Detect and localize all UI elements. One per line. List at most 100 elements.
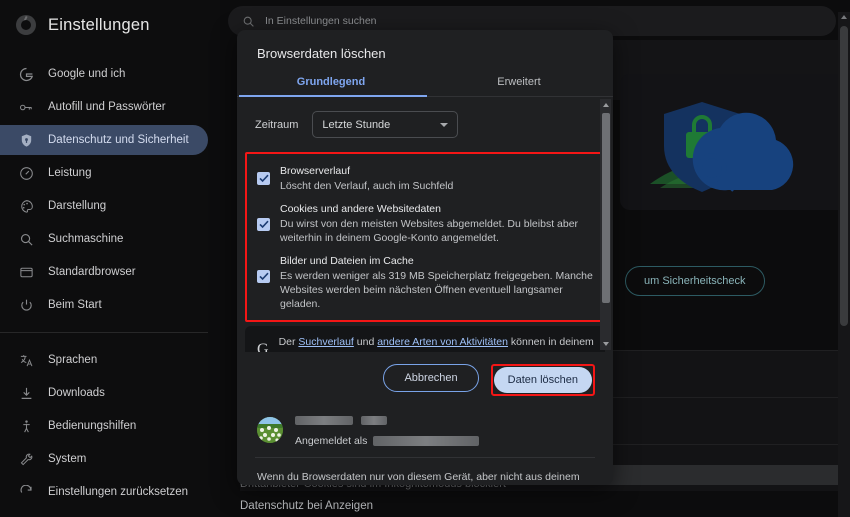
window-icon bbox=[18, 264, 34, 280]
delete-button-highlight: Daten löschen bbox=[490, 364, 595, 396]
dialog-scroll-body: Zeitraum Letzte Stunde Browserverlauf Lö… bbox=[237, 97, 613, 352]
sidebar-item-label: Autofill und Passwörter bbox=[48, 101, 166, 113]
cancel-button[interactable]: Abbrechen bbox=[383, 364, 479, 392]
scroll-down-arrow-icon[interactable] bbox=[602, 342, 609, 346]
tab-grundlegend[interactable]: Grundlegend bbox=[237, 71, 425, 96]
sidebar-item-bedienungshilfen[interactable]: Bedienungshilfen bbox=[0, 411, 208, 441]
sidebar-item-sprachen[interactable]: Sprachen bbox=[0, 345, 208, 375]
sidebar-item-downloads[interactable]: Downloads bbox=[0, 378, 208, 408]
page-scrollbar[interactable] bbox=[838, 12, 850, 517]
account-info: Angemeldet als bbox=[295, 412, 480, 447]
sidebar-item-label: Bedienungshilfen bbox=[48, 420, 137, 432]
sidebar-item-google-und-ich[interactable]: Google und ich bbox=[0, 59, 208, 89]
sidebar-item-label: Sprachen bbox=[48, 354, 98, 366]
sidebar-item-label: Standardbrowser bbox=[48, 266, 136, 278]
wrench-icon bbox=[18, 451, 34, 467]
option-description: Es werden weniger als 319 MB Speicherpla… bbox=[280, 270, 593, 310]
sidebar: Einstellungen Google und ich Autofill un… bbox=[0, 0, 220, 517]
suchverlauf-link[interactable]: Suchverlauf bbox=[298, 336, 353, 348]
sidebar-item-suchmaschine[interactable]: Suchmaschine bbox=[0, 224, 208, 254]
notice-text-2: und bbox=[353, 336, 378, 348]
aktivitaeten-link[interactable]: andere Arten von Aktivitäten bbox=[377, 336, 508, 348]
scroll-up-arrow-icon[interactable] bbox=[841, 15, 847, 19]
page-title: Einstellungen bbox=[48, 15, 150, 34]
option-title: Browserverlauf bbox=[280, 165, 351, 177]
option-description: Du wirst von den meisten Websites abgeme… bbox=[280, 218, 579, 244]
check-icon bbox=[258, 272, 269, 281]
clear-browsing-data-dialog: Browserdaten löschen Grundlegend Erweite… bbox=[237, 30, 613, 485]
scrollbar-thumb[interactable] bbox=[840, 26, 848, 326]
scrollbar-thumb[interactable] bbox=[602, 113, 610, 303]
sidebar-item-autofill[interactable]: Autofill und Passwörter bbox=[0, 92, 208, 122]
timerange-label: Zeitraum bbox=[255, 118, 299, 131]
avatar[interactable] bbox=[257, 416, 283, 443]
sidebar-item-label: Beim Start bbox=[48, 299, 102, 311]
redaction-block bbox=[361, 416, 388, 426]
key-icon bbox=[18, 99, 34, 115]
sidebar-item-label: Leistung bbox=[48, 167, 92, 179]
scroll-up-arrow-icon[interactable] bbox=[602, 103, 609, 107]
check-icon bbox=[258, 174, 269, 183]
sidebar-group-2: Sprachen Downloads Bedienungshilfen Syst… bbox=[0, 340, 220, 512]
timerange-select[interactable]: Letzte Stunde bbox=[312, 111, 459, 138]
footer-text-1: Wenn du Browserdaten nur von diesem Gerä… bbox=[257, 471, 580, 483]
dialog-footer: Wenn du Browserdaten nur von diesem Gerä… bbox=[237, 458, 613, 485]
translate-icon bbox=[18, 352, 34, 368]
settings-window: Einstellungen Google und ich Autofill un… bbox=[0, 0, 850, 517]
chevron-down-icon bbox=[440, 122, 449, 127]
dialog-scrollbar[interactable] bbox=[600, 99, 611, 350]
sidebar-divider-1 bbox=[0, 332, 208, 333]
search-icon bbox=[18, 231, 34, 247]
speedometer-icon bbox=[18, 165, 34, 181]
sidebar-item-label: Datenschutz und Sicherheit bbox=[48, 134, 189, 146]
sidebar-group-1: Google und ich Autofill und Passwörter D… bbox=[0, 54, 220, 325]
chrome-logo-icon bbox=[16, 15, 36, 35]
delete-data-button[interactable]: Daten löschen bbox=[493, 367, 592, 393]
brand-header: Einstellungen bbox=[0, 0, 220, 50]
dialog-tabs: Grundlegend Erweitert bbox=[237, 71, 613, 97]
search-placeholder: In Einstellungen suchen bbox=[265, 15, 377, 27]
option-description: Löscht den Verlauf, auch im Suchfeld bbox=[280, 180, 454, 192]
accessibility-icon bbox=[18, 418, 34, 434]
power-icon bbox=[18, 297, 34, 313]
timerange-selected-value: Letzte Stunde bbox=[322, 118, 391, 131]
sidebar-item-system[interactable]: System bbox=[0, 444, 208, 474]
check-icon bbox=[258, 220, 269, 229]
reset-icon bbox=[18, 484, 34, 500]
checkbox-cookies[interactable] bbox=[257, 218, 270, 231]
avatar-image bbox=[257, 416, 283, 443]
download-icon bbox=[18, 385, 34, 401]
redaction-block bbox=[373, 436, 480, 446]
palette-icon bbox=[18, 198, 34, 214]
option-title: Cookies und andere Websitedaten bbox=[280, 203, 441, 215]
google-g-icon bbox=[18, 66, 34, 82]
account-name-redacted bbox=[295, 412, 479, 430]
timerange-row: Zeitraum Letzte Stunde bbox=[237, 97, 613, 148]
search-icon bbox=[242, 15, 255, 28]
checkbox-cache[interactable] bbox=[257, 270, 270, 283]
google-activity-notice: G Der Suchverlauf und andere Arten von A… bbox=[245, 326, 605, 352]
option-cookies[interactable]: Cookies und andere Websitedaten Du wirst… bbox=[253, 200, 597, 252]
safety-check-button[interactable]: um Sicherheitscheck bbox=[625, 266, 765, 296]
dialog-title: Browserdaten löschen bbox=[257, 46, 386, 61]
tab-erweitert[interactable]: Erweitert bbox=[425, 71, 613, 96]
option-cache[interactable]: Bilder und Dateien im Cache Es werden we… bbox=[253, 252, 597, 311]
security-cloud-shield-illustration bbox=[650, 102, 794, 192]
sidebar-item-einstellungen-zuruecksetzen[interactable]: Einstellungen zurücksetzen bbox=[0, 477, 208, 507]
signed-in-label: Angemeldet als bbox=[295, 435, 368, 447]
sidebar-item-label: Downloads bbox=[48, 387, 105, 399]
sidebar-item-datenschutz-und-sicherheit[interactable]: Datenschutz und Sicherheit bbox=[0, 125, 208, 155]
option-title: Bilder und Dateien im Cache bbox=[280, 255, 414, 267]
sidebar-item-standardbrowser[interactable]: Standardbrowser bbox=[0, 257, 208, 287]
sidebar-item-beim-start[interactable]: Beim Start bbox=[0, 290, 208, 320]
option-browserverlauf[interactable]: Browserverlauf Löscht den Verlauf, auch … bbox=[253, 162, 597, 200]
account-status: Angemeldet als bbox=[295, 435, 480, 447]
sidebar-item-darstellung[interactable]: Darstellung bbox=[0, 191, 208, 221]
shield-icon bbox=[18, 132, 34, 148]
sidebar-nav: Google und ich Autofill und Passwörter D… bbox=[0, 54, 220, 517]
checkbox-browserverlauf[interactable] bbox=[257, 172, 270, 185]
sidebar-item-leistung[interactable]: Leistung bbox=[0, 158, 208, 188]
account-row: Angemeldet als bbox=[237, 406, 613, 457]
sidebar-item-label: Suchmaschine bbox=[48, 233, 124, 245]
sidebar-item-label: Einstellungen zurücksetzen bbox=[48, 486, 188, 498]
